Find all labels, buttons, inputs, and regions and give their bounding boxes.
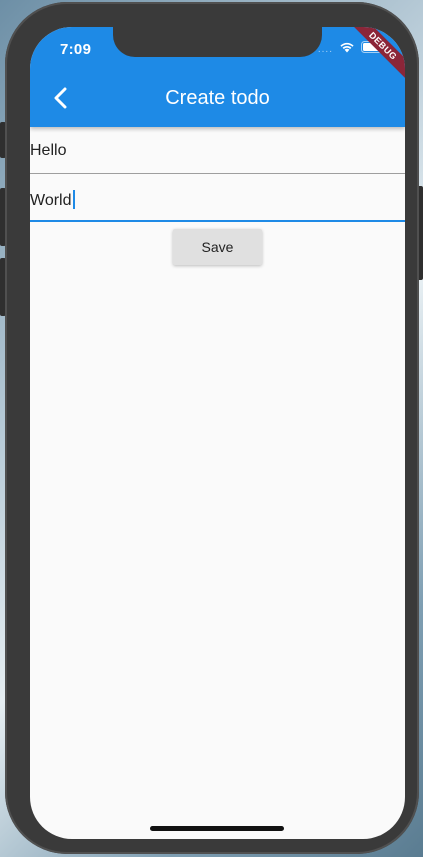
home-indicator[interactable] xyxy=(150,826,284,831)
description-input-value: World xyxy=(30,190,75,210)
page-title: Create todo xyxy=(165,87,270,109)
app-screen: 7:09 .... DEBUG Create todo Hello World … xyxy=(30,27,405,839)
save-button[interactable]: Save xyxy=(173,229,262,265)
wifi-icon xyxy=(339,40,355,58)
signal-dots-icon: .... xyxy=(317,43,333,55)
app-bar: 7:09 .... DEBUG Create todo xyxy=(30,27,405,127)
device-notch xyxy=(113,27,322,57)
title-input-value: Hello xyxy=(30,142,67,159)
status-time: 7:09 xyxy=(60,41,92,58)
text-cursor xyxy=(72,190,75,209)
phone-frame: 7:09 .... DEBUG Create todo Hello World … xyxy=(5,2,419,854)
title-input[interactable]: Hello xyxy=(30,127,405,174)
description-input[interactable]: World xyxy=(30,175,405,222)
